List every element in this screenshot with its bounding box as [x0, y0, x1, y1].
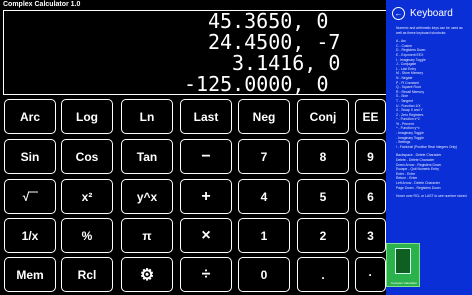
digit-0-button[interactable]: 0: [238, 257, 290, 292]
register-line: 24.4500, -7: [208, 30, 341, 54]
register-line: 45.3650, 0: [208, 10, 329, 33]
register-line: -125.0000, 0: [184, 72, 329, 95]
pi-button[interactable]: π: [121, 218, 173, 253]
register-display: 45.3650, 0 24.4500, -7 3.1416, 0 -125.00…: [3, 10, 403, 95]
ln-button[interactable]: Ln: [121, 99, 173, 134]
divide-button[interactable]: ÷: [180, 257, 232, 292]
panel-title: Keyboard: [410, 7, 453, 19]
memory-store-button[interactable]: Mem: [4, 257, 56, 292]
calculator-logo-icon: [395, 248, 411, 274]
enter-button[interactable]: ·: [355, 257, 386, 292]
square-root-button[interactable]: √‾‾: [4, 179, 56, 214]
arc-button[interactable]: Arc: [4, 99, 56, 134]
panel-footer-note: Hover over RCL or LAST to see number sto…: [396, 194, 468, 199]
editing-keys-list: Backspace - Delete Character Delete - De…: [396, 153, 442, 190]
power-button[interactable]: y^x: [121, 179, 173, 214]
app-title: Complex Calculator 1.0: [3, 1, 81, 8]
register-line: 3.1416, 0: [232, 51, 341, 75]
back-arrow-icon[interactable]: ←: [392, 6, 405, 20]
digit-7-button[interactable]: 7: [238, 139, 290, 174]
multiply-button[interactable]: ×: [180, 218, 232, 253]
digit-8-button[interactable]: 8: [297, 139, 349, 174]
log-button[interactable]: Log: [61, 99, 113, 134]
percent-button[interactable]: %: [61, 218, 113, 253]
cos-button[interactable]: Cos: [61, 139, 113, 174]
tan-button[interactable]: Tan: [121, 139, 173, 174]
digit-2-button[interactable]: 2: [297, 218, 349, 253]
app-store-tile[interactable]: Complex Calculator: [386, 243, 420, 287]
memory-recall-button[interactable]: Rcl: [61, 257, 113, 292]
last-button[interactable]: Last: [180, 99, 232, 134]
neg-button[interactable]: Neg: [238, 99, 290, 134]
digit-1-button[interactable]: 1: [238, 218, 290, 253]
store-tile-label: Complex Calculator: [390, 281, 418, 285]
square-button[interactable]: x²: [61, 179, 113, 214]
minus-button[interactable]: −: [180, 139, 232, 174]
ee-button[interactable]: EE: [355, 99, 386, 134]
reciprocal-button[interactable]: 1/x: [4, 218, 56, 253]
panel-header: ← Keyboard: [392, 0, 468, 26]
settings-gear-icon[interactable]: ⚙: [121, 257, 173, 292]
shortcut-list: A - Arc C - Cosine D - Registers Down E …: [396, 39, 458, 149]
panel-intro: Numeric and arithmetic keys can be used …: [396, 26, 464, 35]
decimal-point-button[interactable]: .: [297, 257, 349, 292]
plus-button[interactable]: +: [180, 179, 232, 214]
digit-5-button[interactable]: 5: [297, 179, 349, 214]
digit-6-button[interactable]: 6: [355, 179, 386, 214]
sin-button[interactable]: Sin: [4, 139, 56, 174]
digit-3-button[interactable]: 3: [355, 218, 386, 253]
digit-9-button[interactable]: 9: [355, 139, 386, 174]
conj-button[interactable]: Conj: [297, 99, 349, 134]
digit-4-button[interactable]: 4: [238, 179, 290, 214]
